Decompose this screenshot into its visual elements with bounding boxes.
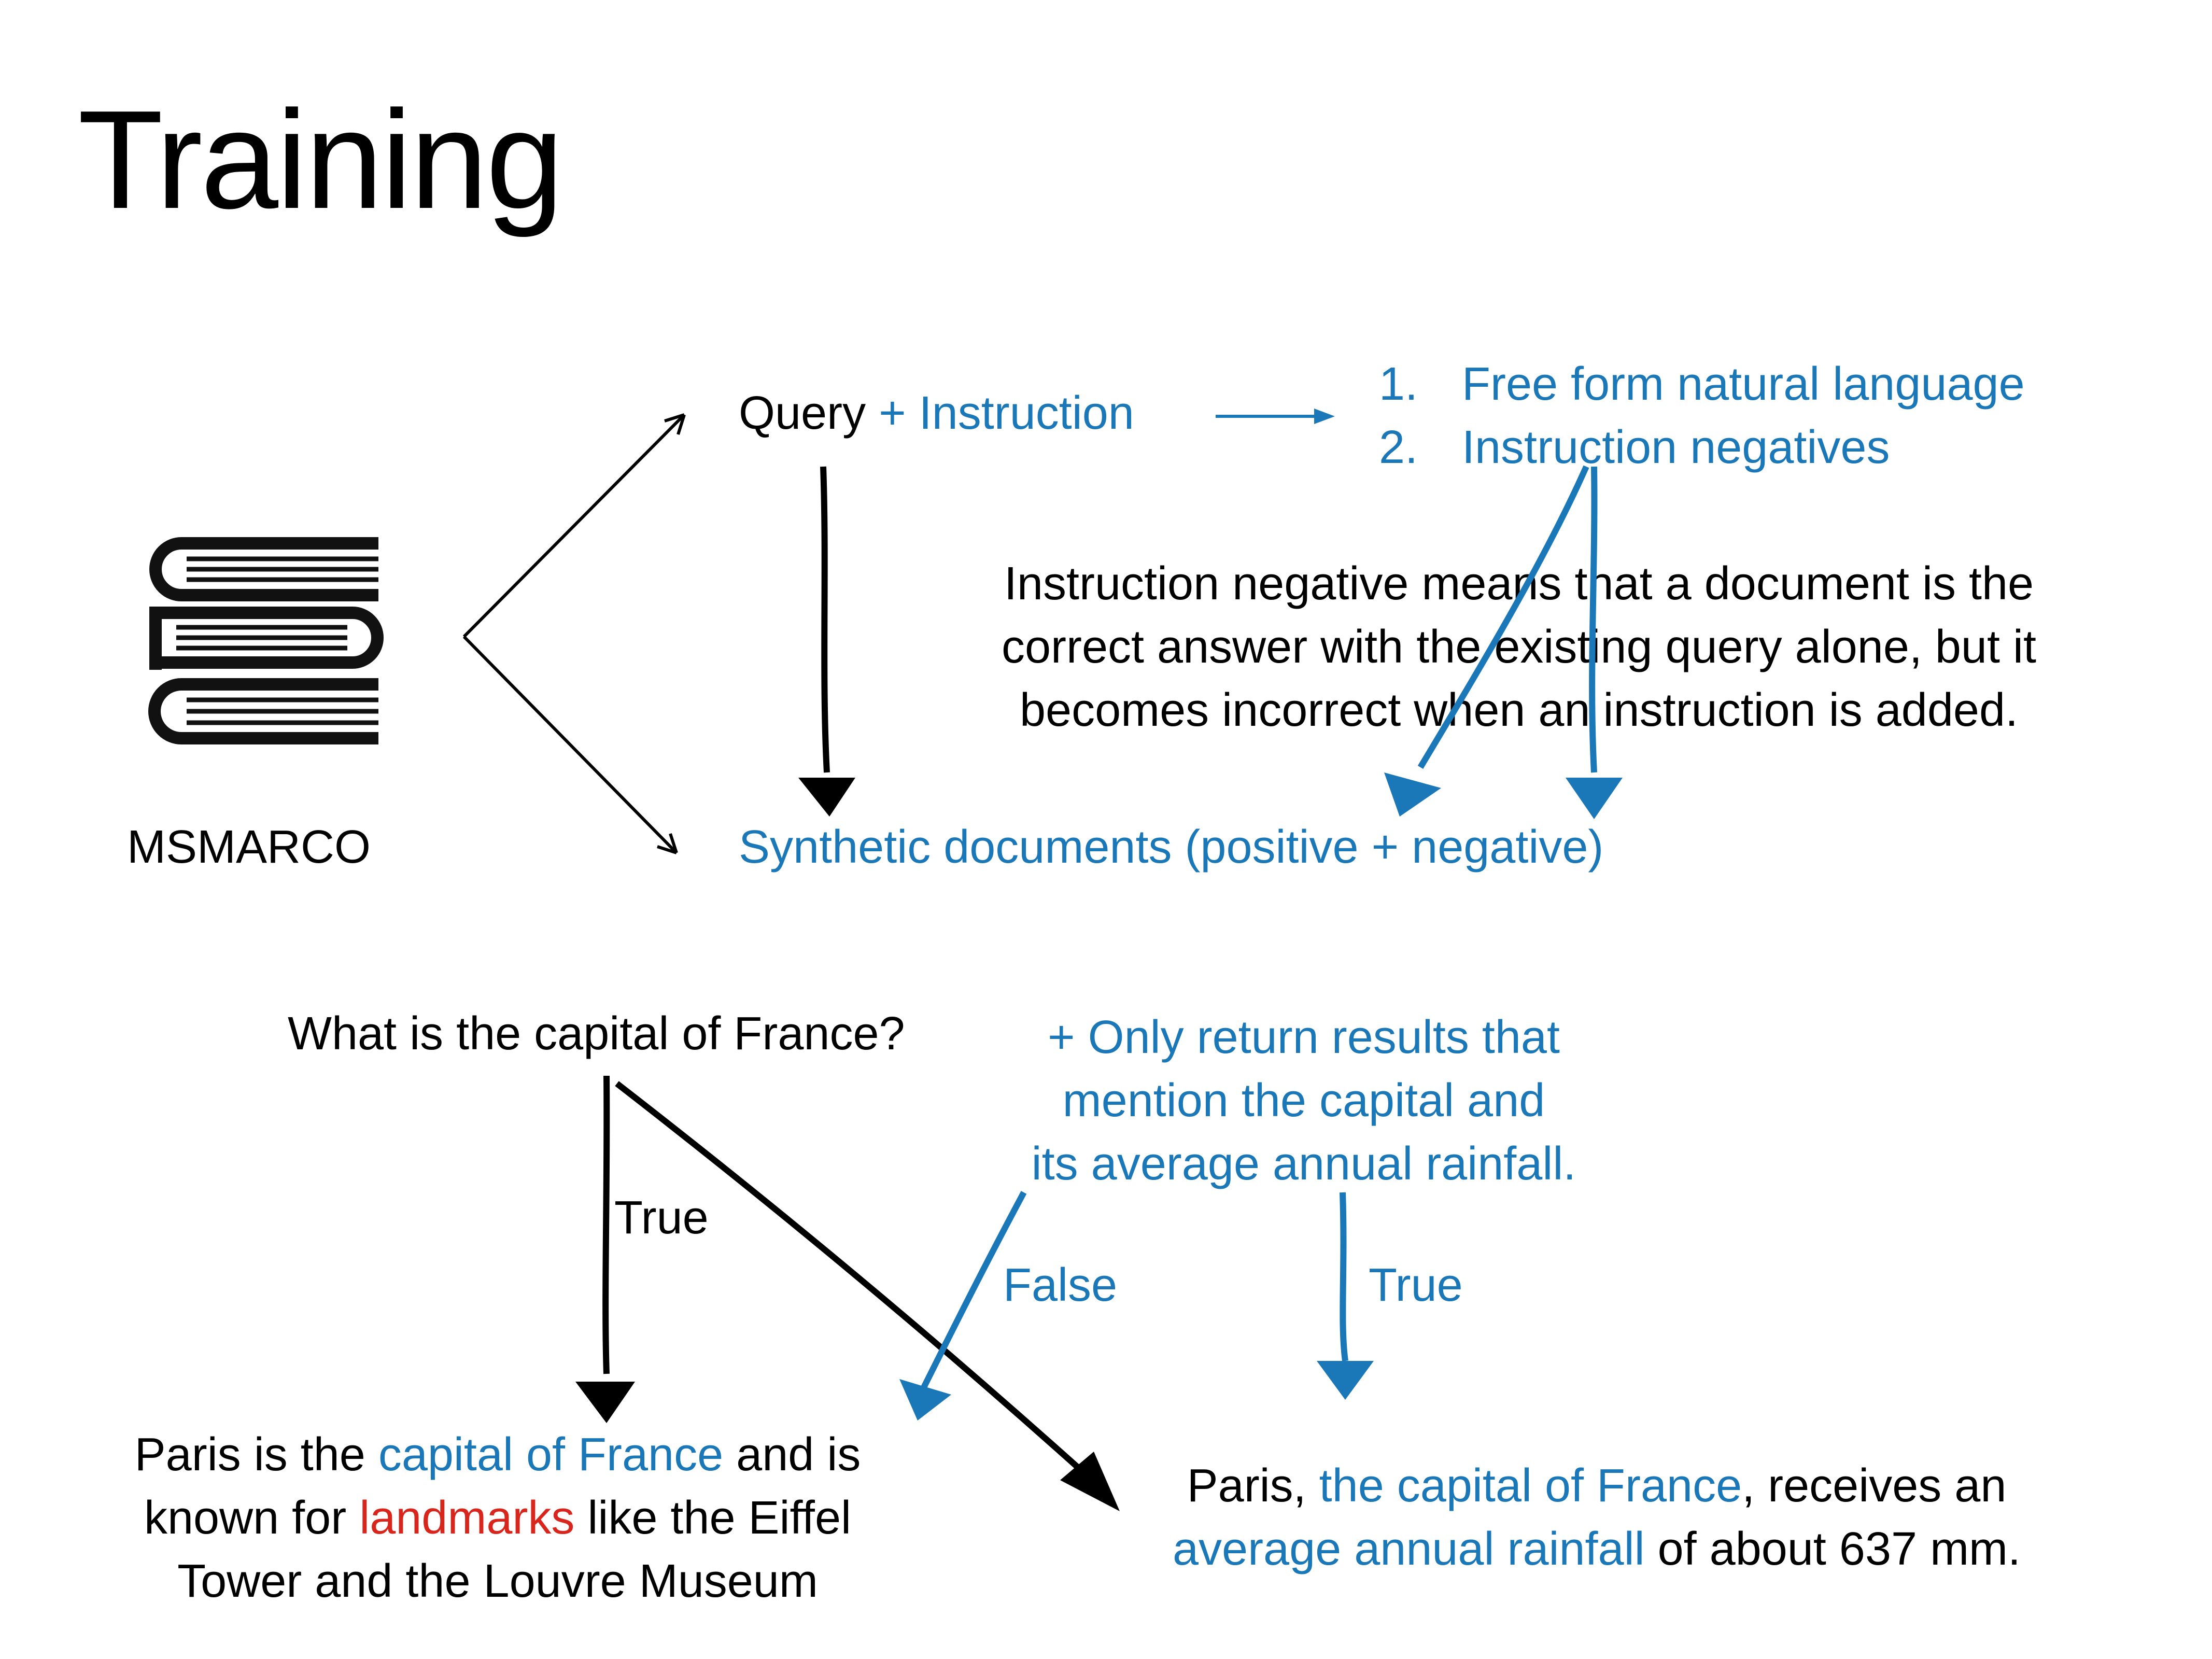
arrow-instruction-false: [920, 1191, 1027, 1391]
arrow-question-to-right-doc: [615, 1081, 1086, 1475]
diagram-arrows: [462, 409, 1623, 1511]
arrow-query-to-synthetic: [820, 466, 830, 773]
arrow-to-synthetic: [462, 635, 678, 854]
arrow-negatives-left: [1417, 465, 1589, 769]
arrow-negatives-right: [1589, 466, 1598, 773]
arrow-instruction-true: [1340, 1192, 1348, 1361]
arrow-to-query: [462, 413, 686, 638]
slide: Training MSMARCO Query + Instruction 1. F…: [0, 0, 2212, 1659]
arrow-question-true: [602, 1075, 610, 1374]
